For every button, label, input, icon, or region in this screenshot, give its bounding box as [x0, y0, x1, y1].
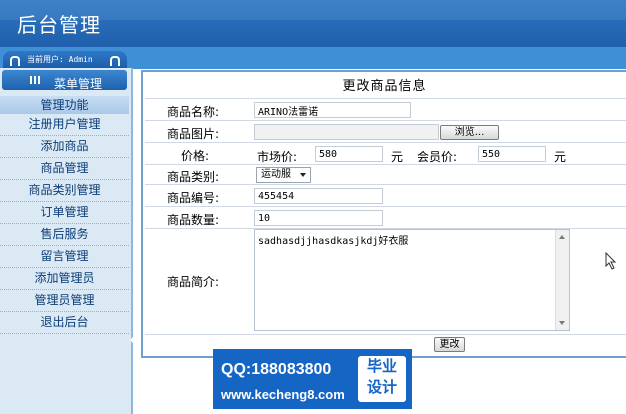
currency-unit: 元 [554, 150, 567, 164]
app-title: 后台管理 [17, 13, 101, 37]
intro-label: 商品简介: [167, 275, 220, 289]
sidebar-item-add-product[interactable]: 添加商品 [0, 136, 129, 158]
row-category: 商品类别: 运动服 [145, 164, 626, 185]
quantity-input[interactable] [254, 210, 383, 226]
hook-icon [10, 56, 20, 66]
category-select[interactable]: 运动服 [256, 167, 311, 183]
sidebar-item-category-manage[interactable]: 商品类别管理 [0, 180, 129, 202]
current-user-label: 当前用户: Admin [27, 55, 93, 64]
row-quantity: 商品数量: [145, 206, 626, 229]
grid-icon [30, 76, 42, 84]
sidebar-item-message-manage[interactable]: 留言管理 [0, 246, 129, 268]
current-user-tab: 当前用户: Admin [3, 51, 127, 68]
browse-button[interactable]: 浏览... [440, 125, 499, 140]
sidebar-item-order-manage[interactable]: 订单管理 [0, 202, 129, 224]
sidebar: 菜单管理 管理功能 注册用户管理 添加商品 商品管理 商品类别管理 订单管理 售… [0, 68, 134, 414]
edit-product-panel: 更改商品信息 商品名称: 商品图片: 浏览... 价格: 市场价: 元 会员价:… [141, 70, 626, 358]
product-code-input[interactable] [254, 188, 383, 204]
watermark-site: www.kecheng8.com [221, 387, 345, 402]
app-header: 后台管理 [0, 0, 626, 47]
chevron-down-icon [300, 173, 306, 177]
menu-tab-label: 菜单管理 [54, 77, 103, 91]
product-name-input[interactable] [254, 102, 411, 118]
badge-line-2: 设计 [366, 378, 397, 396]
product-name-label: 商品名称: [167, 105, 220, 119]
sidebar-item-after-sales[interactable]: 售后服务 [0, 224, 129, 246]
category-label: 商品类别: [167, 170, 220, 184]
watermark-badge: 毕业 设计 [358, 356, 406, 402]
scroll-up-icon[interactable] [559, 235, 565, 239]
row-product-code: 商品编号: [145, 184, 626, 207]
price-label: 价格: [181, 149, 210, 163]
market-price-input[interactable] [315, 146, 383, 162]
category-selected-value: 运动服 [261, 169, 291, 180]
row-price: 价格: 市场价: 元 会员价: 元 [145, 142, 626, 165]
member-price-label: 会员价: [417, 150, 458, 164]
sidebar-item-admin-manage[interactable]: 管理员管理 [0, 290, 129, 312]
mouse-cursor-icon [605, 252, 617, 270]
sidebar-section-title: 管理功能 [0, 96, 129, 114]
intro-textarea[interactable]: sadhasdjjhasdkasjkdj好衣服 [254, 229, 570, 331]
badge-line-1: 毕业 [366, 357, 397, 375]
sidebar-menu: 注册用户管理 添加商品 商品管理 商品类别管理 订单管理 售后服务 留言管理 添… [0, 114, 129, 334]
sidebar-item-register-users[interactable]: 注册用户管理 [0, 114, 129, 136]
product-code-label: 商品编号: [167, 191, 220, 205]
sidebar-item-add-admin[interactable]: 添加管理员 [0, 268, 129, 290]
row-product-image: 商品图片: 浏览... [145, 120, 626, 143]
submit-change-button[interactable]: 更改 [434, 337, 465, 352]
scroll-down-icon[interactable] [559, 321, 565, 325]
quantity-label: 商品数量: [167, 213, 220, 227]
collapse-arrow-icon[interactable] [130, 336, 134, 344]
textarea-scrollbar[interactable] [555, 230, 569, 330]
form-title: 更改商品信息 [342, 79, 427, 94]
hook-icon [110, 56, 120, 66]
product-image-label: 商品图片: [167, 127, 220, 141]
member-price-input[interactable] [478, 146, 546, 162]
watermark-qq: QQ:188083800 [221, 361, 332, 378]
currency-unit: 元 [391, 150, 404, 164]
product-image-field[interactable] [254, 124, 439, 140]
sidebar-item-product-manage[interactable]: 商品管理 [0, 158, 129, 180]
row-product-name: 商品名称: [145, 98, 626, 121]
menu-manage-tab[interactable]: 菜单管理 [2, 70, 127, 91]
intro-text: sadhasdjjhasdkasjkdj好衣服 [258, 236, 409, 247]
watermark-banner: QQ:188083800 www.kecheng8.com 毕业 设计 [213, 349, 412, 409]
market-price-label: 市场价: [257, 150, 298, 164]
sidebar-item-logout[interactable]: 退出后台 [0, 312, 129, 334]
